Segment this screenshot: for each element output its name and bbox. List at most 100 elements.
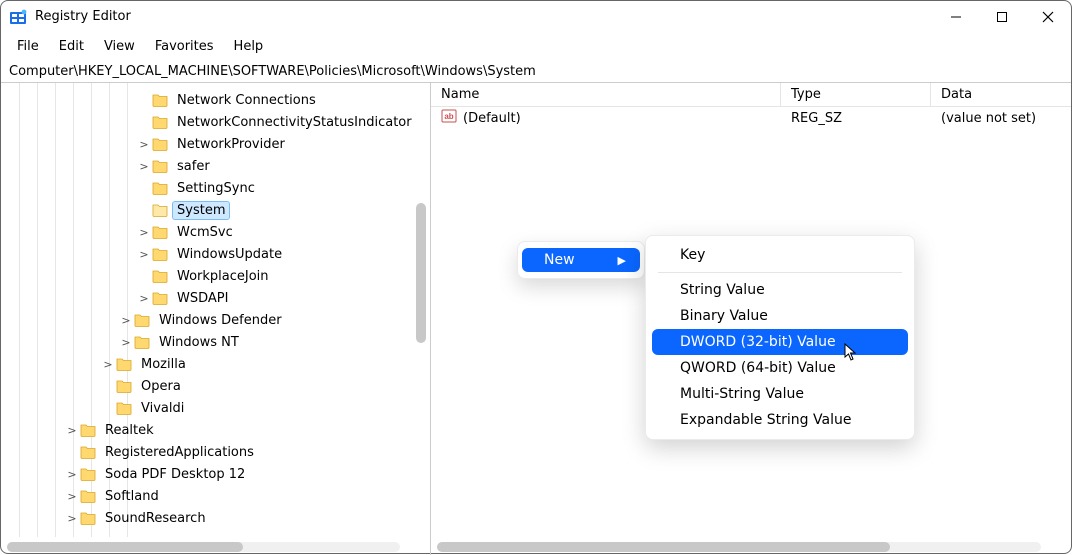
caret-icon[interactable]: > (65, 468, 79, 481)
tree-item-networkprovider[interactable]: >NetworkProvider (1, 133, 430, 155)
tree-item-label: NetworkConnectivityStatusIndicator (173, 114, 416, 131)
tree-item-registeredapplications[interactable]: RegisteredApplications (1, 441, 430, 463)
tree-item-windows-defender[interactable]: > Windows Defender (1, 309, 430, 331)
tree-item-wsdapi[interactable]: > WSDAPI (1, 287, 430, 309)
tree-item-workplacejoin[interactable]: WorkplaceJoin (1, 265, 430, 287)
string-value-icon: ab (441, 108, 457, 128)
row-value-data: (value not set) (931, 111, 1071, 126)
column-data[interactable]: Data (931, 83, 1071, 106)
tree-item-label: safer (173, 158, 214, 175)
menu-item-multistring[interactable]: Multi-String Value (652, 381, 908, 407)
tree-item-settingsync[interactable]: SettingSync (1, 177, 430, 199)
tree-item-label: SoundResearch (101, 510, 210, 527)
folder-icon (151, 201, 169, 219)
caret-icon[interactable]: > (137, 226, 151, 239)
menu-help[interactable]: Help (224, 37, 274, 56)
tree-item-label: Softland (101, 488, 163, 505)
maximize-button[interactable] (979, 1, 1025, 32)
row-value-type: REG_SZ (781, 111, 931, 126)
address-path: Computer\HKEY_LOCAL_MACHINE\SOFTWARE\Pol… (9, 64, 536, 79)
context-menu: New ▶ (517, 241, 645, 279)
tree-item-ncsi[interactable]: NetworkConnectivityStatusIndicator (1, 111, 430, 133)
tree-item-label: Windows Defender (155, 312, 286, 329)
tree-item-label: Soda PDF Desktop 12 (101, 466, 249, 483)
menu-item-label: Expandable String Value (680, 412, 851, 428)
tree-panel: Network Connections NetworkConnectivitySt… (1, 83, 431, 555)
tree-item-label: Mozilla (137, 356, 190, 373)
tree-item-label: Vivaldi (137, 400, 188, 417)
titlebar: Registry Editor (1, 1, 1071, 33)
folder-icon (79, 487, 97, 505)
menu-view[interactable]: View (94, 37, 145, 56)
folder-icon (133, 333, 151, 351)
tree-item-softland[interactable]: > Softland (1, 485, 430, 507)
tree-item-realtek[interactable]: > Realtek (1, 419, 430, 441)
menu-item-qword64[interactable]: QWORD (64-bit) Value (652, 355, 908, 381)
tree-item-label: SettingSync (173, 180, 259, 197)
window-title: Registry Editor (35, 9, 933, 24)
caret-icon[interactable]: > (119, 336, 133, 349)
menu-item-string[interactable]: String Value (652, 277, 908, 303)
caret-icon[interactable]: > (65, 490, 79, 503)
minimize-button[interactable] (933, 1, 979, 32)
folder-icon (151, 179, 169, 197)
menu-edit[interactable]: Edit (49, 37, 94, 56)
table-row[interactable]: ab (Default) REG_SZ(value not set) (431, 107, 1071, 129)
folder-icon (151, 91, 169, 109)
folder-icon (79, 443, 97, 461)
menu-file[interactable]: File (7, 37, 49, 56)
tree-item-wcmsvc[interactable]: > WcmSvc (1, 221, 430, 243)
folder-icon (151, 157, 169, 175)
tree-item-network-connections[interactable]: Network Connections (1, 89, 430, 111)
column-type[interactable]: Type (781, 83, 931, 106)
tree-scrollbar-horizontal[interactable] (7, 542, 400, 552)
tree-item-label: WorkplaceJoin (173, 268, 273, 285)
tree-item-vivaldi[interactable]: Vivaldi (1, 397, 430, 419)
caret-icon[interactable]: > (101, 358, 115, 371)
folder-icon (151, 289, 169, 307)
caret-icon[interactable]: > (137, 292, 151, 305)
tree-item-soda-pdf[interactable]: > Soda PDF Desktop 12 (1, 463, 430, 485)
folder-icon (115, 399, 133, 417)
tree-item-soundresearch[interactable]: > SoundResearch (1, 507, 430, 529)
tree-item-opera[interactable]: Opera (1, 375, 430, 397)
caret-icon[interactable]: > (137, 160, 151, 173)
menu-item-expandable[interactable]: Expandable String Value (652, 407, 908, 433)
tree-item-label: Network Connections (173, 92, 320, 109)
column-name[interactable]: Name (431, 83, 781, 106)
tree-item-label: WSDAPI (173, 290, 232, 307)
context-submenu-new: Key String Value Binary Value DWORD (32-bit… (645, 235, 915, 440)
list-scrollbar-horizontal[interactable] (437, 542, 1041, 552)
tree-item-safer[interactable]: > safer (1, 155, 430, 177)
tree-item-label: Realtek (101, 422, 158, 439)
caret-icon[interactable]: > (65, 512, 79, 525)
menu-item-label: Binary Value (680, 308, 768, 324)
folder-icon (151, 267, 169, 285)
row-value-name: (Default) (463, 111, 521, 126)
caret-icon[interactable]: > (119, 314, 133, 327)
address-bar[interactable]: Computer\HKEY_LOCAL_MACHINE\SOFTWARE\Pol… (1, 59, 1071, 83)
menu-item-key[interactable]: Key (652, 242, 908, 268)
close-button[interactable] (1025, 1, 1071, 32)
tree-item-windows-nt[interactable]: >Windows NT (1, 331, 430, 353)
tree-item-system[interactable]: System (1, 199, 430, 221)
caret-icon[interactable]: > (65, 424, 79, 437)
menu-item-label: DWORD (32-bit) Value (680, 334, 836, 350)
menu-item-dword32[interactable]: DWORD (32-bit) Value (652, 329, 908, 355)
folder-icon (79, 509, 97, 527)
menu-favorites[interactable]: Favorites (145, 37, 224, 56)
context-menu-new[interactable]: New ▶ (522, 248, 640, 272)
tree-item-windowsupdate[interactable]: > WindowsUpdate (1, 243, 430, 265)
menubar: File Edit View Favorites Help (1, 33, 1071, 59)
folder-icon (151, 245, 169, 263)
tree-item-mozilla[interactable]: > Mozilla (1, 353, 430, 375)
menu-item-binary[interactable]: Binary Value (652, 303, 908, 329)
tree-item-label: RegisteredApplications (101, 444, 258, 461)
tree-item-label: WcmSvc (173, 224, 237, 241)
tree-scrollbar-vertical[interactable] (416, 203, 426, 343)
menu-item-label: String Value (680, 282, 765, 298)
caret-icon[interactable]: > (137, 248, 151, 261)
caret-icon[interactable]: > (137, 138, 151, 151)
context-menu-new-label: New (544, 252, 575, 268)
tree-item-label: WindowsUpdate (173, 246, 286, 263)
